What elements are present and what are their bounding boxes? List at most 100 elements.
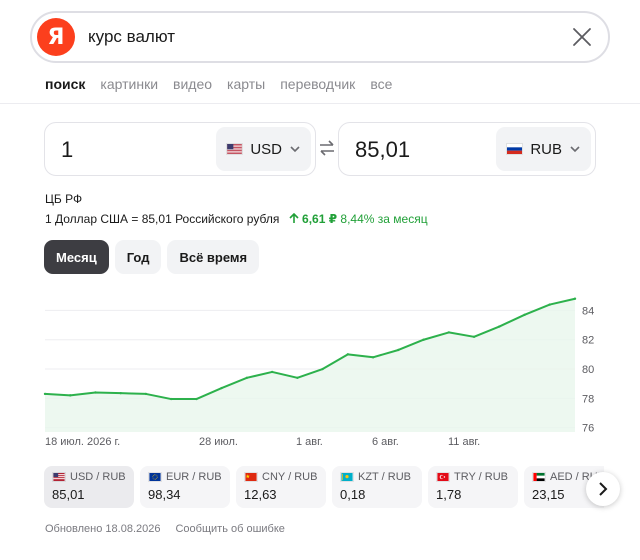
chip-rate: 0,18 xyxy=(340,487,366,502)
updated-date: Обновлено 18.08.2026 xyxy=(45,523,161,535)
currency-chip-tr[interactable]: TRY / RUB 1,78 xyxy=(428,466,518,508)
chip-rate: 98,34 xyxy=(148,487,181,502)
chevron-right-icon xyxy=(599,482,608,496)
chart-point xyxy=(371,356,375,359)
chart-point xyxy=(397,348,400,352)
rate-chart[interactable]: 84 82 80 78 76 18 июл. 2026 г. 28 июл. 1 авг. 6 … xyxy=(30,282,610,452)
ae-flag-icon xyxy=(532,472,546,482)
search-query[interactable]: курс валют xyxy=(88,27,175,47)
x-tick-label: 28 июл. xyxy=(199,436,238,448)
period-month-button[interactable]: Месяц xyxy=(44,240,109,274)
rate-text: 1 Доллар США = 85,01 Российского рубля xyxy=(45,212,280,226)
tab-translator[interactable]: переводчик xyxy=(280,76,355,92)
chevron-down-icon xyxy=(570,146,580,153)
to-currency-select[interactable]: RUB xyxy=(496,127,591,171)
chart-point xyxy=(548,303,551,306)
x-tick-label: 6 авг. xyxy=(372,436,399,448)
chip-pair-label: USD / RUB xyxy=(70,471,126,483)
currency-chip-us[interactable]: USD / RUB 85,01 xyxy=(44,466,134,508)
chip-pair-label: EUR / RUB xyxy=(166,471,222,483)
clear-search-button[interactable] xyxy=(568,23,596,51)
chip-rate: 85,01 xyxy=(52,487,85,502)
rate-change: 6,61 ₽ 8,44% за месяц xyxy=(289,212,428,226)
swap-arrows-icon xyxy=(320,140,334,156)
chart-point xyxy=(346,353,350,356)
chart-point xyxy=(220,386,223,390)
chip-pair: USD / RUB xyxy=(52,471,126,483)
y-tick-label: 78 xyxy=(582,393,594,405)
chart-point xyxy=(195,397,198,401)
tab-maps[interactable]: карты xyxy=(227,76,265,92)
to-amount-box: 85,01 RUB xyxy=(338,122,596,176)
chart-point xyxy=(447,331,451,334)
report-error-link[interactable]: Сообщить об ошибке xyxy=(175,523,284,535)
x-tick-label: 11 авг. xyxy=(448,436,480,448)
cn-flag-icon xyxy=(244,472,258,482)
tab-video[interactable]: видео xyxy=(173,76,212,92)
change-pct: 8,44% xyxy=(340,212,375,226)
period-all-time-button[interactable]: Всё время xyxy=(167,240,260,274)
chart-point xyxy=(321,367,324,371)
us-flag-icon xyxy=(52,472,66,482)
tab-images[interactable]: картинки xyxy=(100,76,158,92)
us-flag-icon xyxy=(226,143,244,155)
to-currency-code: RUB xyxy=(530,140,562,158)
chevron-down-icon xyxy=(290,146,300,153)
search-bar[interactable]: Я курс валют xyxy=(30,11,610,63)
chip-pair-label: CNY / RUB xyxy=(262,471,318,483)
chart-point xyxy=(270,370,274,374)
chart-point xyxy=(169,397,173,401)
from-currency-code: USD xyxy=(250,140,282,158)
eu-flag-icon xyxy=(148,472,162,482)
chip-pair: KZT / RUB xyxy=(340,471,414,483)
arrow-up-icon xyxy=(289,212,299,223)
chart-point xyxy=(422,338,425,341)
chart-point xyxy=(296,376,299,380)
tr-flag-icon xyxy=(436,472,450,482)
change-period: за месяц xyxy=(377,212,428,226)
chip-pair: TRY / RUB xyxy=(436,471,510,483)
y-tick-label: 84 xyxy=(582,305,594,317)
chip-pair: EUR / RUB xyxy=(148,471,222,483)
kz-flag-icon xyxy=(340,472,354,482)
chart-point xyxy=(144,392,148,396)
chips-next-button[interactable] xyxy=(586,472,620,506)
chip-pair: CNY / RUB xyxy=(244,471,318,483)
chart-point xyxy=(245,376,249,380)
chart-point xyxy=(119,391,122,395)
currency-card: 1 USD 85,01 RUB ЦБ РФ 1 Доллар США = 85,… xyxy=(30,112,620,552)
chart-area-fill xyxy=(45,298,575,432)
chip-rate: 12,63 xyxy=(244,487,277,502)
nav-divider xyxy=(0,103,640,104)
chip-pair-label: TRY / RUB xyxy=(454,471,508,483)
to-amount-input[interactable]: 85,01 xyxy=(355,137,410,163)
change-abs: 6,61 ₽ xyxy=(302,212,338,226)
swap-currencies-button[interactable] xyxy=(316,136,338,160)
chart-point xyxy=(523,313,526,317)
rate-source: ЦБ РФ xyxy=(45,192,83,206)
tab-all[interactable]: все xyxy=(370,76,392,92)
card-footer: Обновлено 18.08.2026 Сообщить об ошибке xyxy=(45,523,285,535)
from-amount-box: 1 USD xyxy=(44,122,316,176)
period-year-button[interactable]: Год xyxy=(114,240,162,274)
x-tick-label: 1 авг. xyxy=(296,436,323,448)
y-tick-label: 80 xyxy=(582,364,594,376)
y-tick-label: 82 xyxy=(582,335,594,347)
currency-chip-cn[interactable]: CNY / RUB 12,63 xyxy=(236,466,326,508)
chip-row: USD / RUB 85,01 EUR / RUB 98,34 CNY / RUB 12,… xyxy=(44,466,604,508)
close-icon xyxy=(573,28,591,46)
currency-chip-eu[interactable]: EUR / RUB 98,34 xyxy=(140,466,230,508)
from-currency-select[interactable]: USD xyxy=(216,127,311,171)
period-selector: Месяц Год Всё время xyxy=(44,240,260,274)
chart-point xyxy=(94,391,97,394)
yandex-logo[interactable]: Я xyxy=(37,18,75,56)
chart-point xyxy=(573,297,577,300)
from-amount-input[interactable]: 1 xyxy=(61,137,73,163)
currency-chip-kz[interactable]: KZT / RUB 0,18 xyxy=(332,466,422,508)
search-nav: поиск картинки видео карты переводчик вс… xyxy=(45,76,407,92)
tab-search[interactable]: поиск xyxy=(45,76,85,92)
chart-point xyxy=(69,394,72,397)
chip-pair-label: KZT / RUB xyxy=(358,471,411,483)
currency-pairs-strip: USD / RUB 85,01 EUR / RUB 98,34 CNY / RUB 12,… xyxy=(44,466,604,510)
y-tick-label: 76 xyxy=(582,423,594,435)
